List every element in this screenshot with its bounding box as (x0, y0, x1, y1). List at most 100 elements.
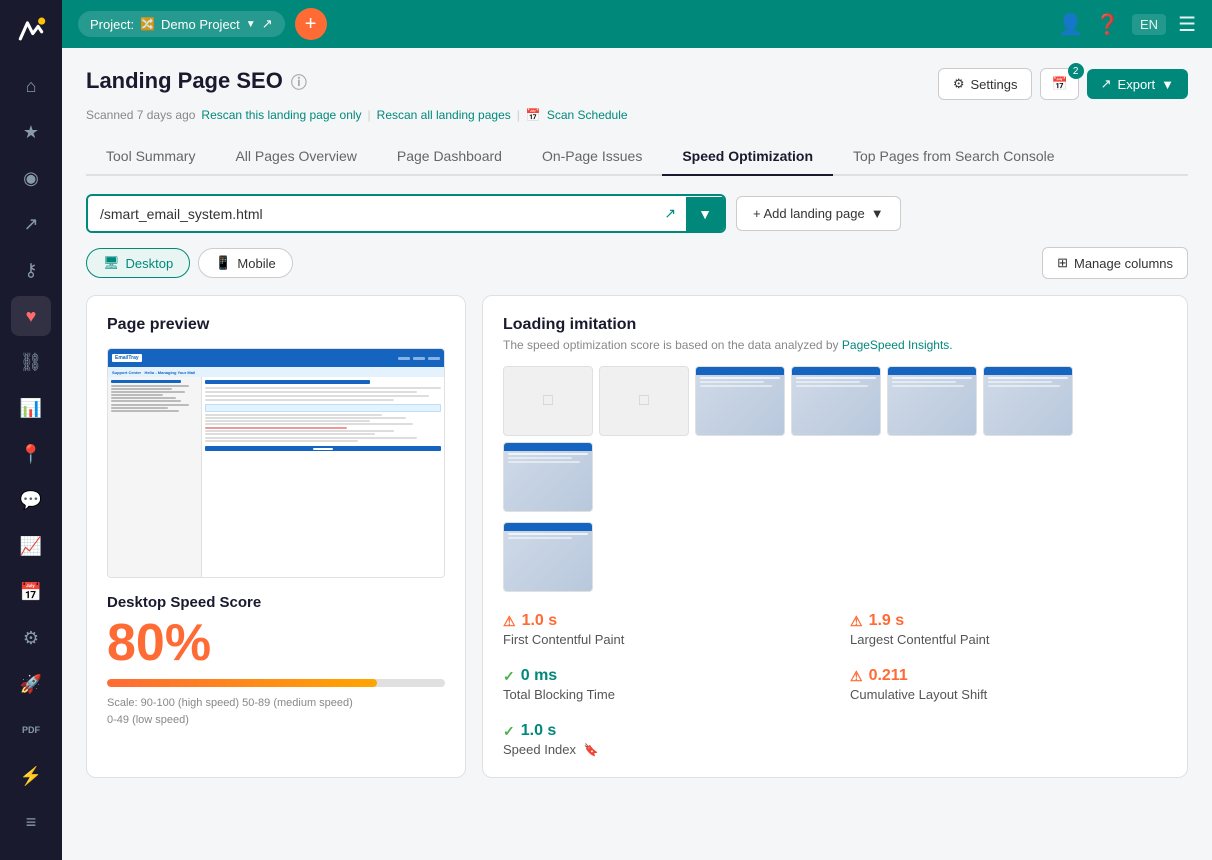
analytics2-icon[interactable]: 📈 (11, 526, 51, 566)
mobile-icon: 📱 (215, 255, 231, 271)
settings-icon[interactable]: ⚙ (11, 618, 51, 658)
rescan-all-link[interactable]: Rescan all landing pages (377, 108, 511, 122)
pdf-icon[interactable]: PDF (11, 710, 51, 750)
chevron-down-icon: ▼ (1161, 77, 1174, 92)
key-icon[interactable]: ⚷ (11, 250, 51, 290)
tab-tool-summary[interactable]: Tool Summary (86, 138, 215, 176)
chat-icon[interactable]: 💬 (11, 480, 51, 520)
screenshot-thumb-7 (503, 442, 593, 512)
metric-tbt-value: ✓ 0 ms (503, 667, 820, 685)
page-preview-image: EmailTray Support Center Hello - Managin… (107, 348, 445, 578)
calendar-badge: 2 (1068, 63, 1084, 79)
location-icon[interactable]: 📍 (11, 434, 51, 474)
tab-top-pages-search-console[interactable]: Top Pages from Search Console (833, 138, 1075, 176)
desktop-toggle[interactable]: 🖥 Desktop (86, 248, 190, 278)
scan-schedule-icon: 📅 (526, 108, 541, 122)
url-input[interactable] (88, 197, 654, 231)
chart-icon[interactable]: ↗ (11, 204, 51, 244)
url-dropdown-button[interactable]: ▼ (686, 197, 724, 231)
list-icon[interactable]: ≡ (11, 802, 51, 842)
manage-columns-button[interactable]: ⊞ Manage columns (1042, 247, 1188, 279)
bar-chart-icon[interactable]: 📊 (11, 388, 51, 428)
bolt-icon[interactable]: ⚡ (11, 756, 51, 796)
star-icon[interactable]: ★ (11, 112, 51, 152)
topbar-actions: 👤 ❓ EN ☰ (1058, 12, 1196, 37)
left-panel: Page preview EmailTray S (86, 295, 466, 778)
screenshot-thumb-6 (983, 366, 1073, 436)
device-toggle-group: 🖥 Desktop 📱 Mobile (86, 248, 293, 278)
project-selector[interactable]: Project: 🔀 Demo Project ▼ ↗ (78, 11, 285, 37)
export-button[interactable]: ↗ Export ▼ (1087, 69, 1188, 99)
home-icon[interactable]: ⌂ (11, 66, 51, 106)
chevron-down-icon: ▼ (246, 19, 256, 30)
metric-fcp: ⚠ 1.0 s First Contentful Paint (503, 612, 820, 647)
pagespeed-link[interactable]: PageSpeed Insights. (842, 338, 953, 352)
check-icon: ✓ (503, 668, 515, 685)
globe-icon[interactable]: ◉ (11, 158, 51, 198)
scan-info-bar: Scanned 7 days ago Rescan this landing p… (86, 108, 1188, 122)
menu-icon[interactable]: ☰ (1178, 12, 1196, 37)
screenshot-thumb-3 (695, 366, 785, 436)
right-panel: Loading imitation The speed optimization… (482, 295, 1188, 778)
metric-cls-label: Cumulative Layout Shift (850, 687, 1167, 702)
speed-bar-track (107, 679, 445, 687)
page-preview-title: Page preview (107, 316, 445, 334)
desktop-icon: 🖥 (103, 255, 120, 271)
rescan-page-link[interactable]: Rescan this landing page only (201, 108, 361, 122)
loading-subtitle: The speed optimization score is based on… (503, 338, 1167, 352)
check-icon: ✓ (503, 723, 515, 740)
add-landing-page-button[interactable]: + Add landing page ▼ (736, 196, 901, 231)
screenshot-thumb-8 (503, 522, 593, 592)
screenshot-strip-row2 (503, 522, 1167, 592)
divider2: | (517, 108, 520, 122)
scanned-text: Scanned 7 days ago (86, 108, 195, 122)
metric-lcp-value: ⚠ 1.9 s (850, 612, 1167, 630)
screenshot-strip-row1: □ □ (503, 366, 1167, 512)
link-icon[interactable]: ⛓ (11, 342, 51, 382)
metric-cls-value: ⚠ 0.211 (850, 667, 1167, 685)
external-link-icon[interactable]: ↗ (262, 16, 273, 32)
metric-cls: ⚠ 0.211 Cumulative Layout Shift (850, 667, 1167, 702)
calendar-button[interactable]: 📅 2 (1040, 68, 1078, 100)
calendar2-icon[interactable]: 📅 (11, 572, 51, 612)
tab-speed-optimization[interactable]: Speed Optimization (662, 138, 833, 176)
page-header: Landing Page SEO ⓘ ⚙ Settings 📅 2 ↗ Expo… (86, 68, 1188, 100)
mobile-toggle[interactable]: 📱 Mobile (198, 248, 292, 278)
url-bar: ↗ ▼ + Add landing page ▼ (86, 194, 1188, 233)
scan-schedule-link[interactable]: Scan Schedule (547, 108, 628, 122)
tab-on-page-issues[interactable]: On-Page Issues (522, 138, 662, 176)
metric-si: ✓ 1.0 s Speed Index 🔖 (503, 722, 820, 757)
external-link-icon[interactable]: ↗ (654, 196, 686, 231)
help-circle-icon[interactable]: ⓘ (291, 69, 307, 93)
settings-button[interactable]: ⚙ Settings (938, 68, 1033, 100)
warning-icon: ⚠ (850, 613, 863, 630)
project-label: Project: (90, 17, 134, 32)
view-toggle-bar: 🖥 Desktop 📱 Mobile ⊞ Manage columns (86, 247, 1188, 279)
user-icon[interactable]: 👤 (1058, 12, 1083, 37)
export-arrow-icon: ↗ (1101, 76, 1112, 92)
help-icon[interactable]: ❓ (1095, 12, 1120, 37)
screenshot-thumb-4 (791, 366, 881, 436)
speed-score-value: 80% (107, 617, 445, 669)
tab-page-dashboard[interactable]: Page Dashboard (377, 138, 522, 176)
screenshot-thumb-5 (887, 366, 977, 436)
metric-si-label: Speed Index 🔖 (503, 742, 820, 757)
metric-lcp: ⚠ 1.9 s Largest Contentful Paint (850, 612, 1167, 647)
language-toggle[interactable]: EN (1132, 14, 1166, 35)
rocket-icon[interactable]: 🚀 (11, 664, 51, 704)
speed-score-label: Desktop Speed Score (107, 594, 445, 611)
speed-scale-text: Scale: 90-100 (high speed) 50-89 (medium… (107, 695, 445, 728)
main-tabs: Tool Summary All Pages Overview Page Das… (86, 138, 1188, 176)
metrics-grid: ⚠ 1.0 s First Contentful Paint ⚠ 1.9 s L… (503, 612, 1167, 757)
page-title: Landing Page SEO ⓘ (86, 68, 307, 94)
tab-all-pages-overview[interactable]: All Pages Overview (215, 138, 376, 176)
main-wrapper: Project: 🔀 Demo Project ▼ ↗ + 👤 ❓ EN ☰ L… (62, 0, 1212, 860)
heart-icon[interactable]: ♥ (11, 296, 51, 336)
gear-icon: ⚙ (953, 76, 965, 92)
add-project-button[interactable]: + (295, 8, 327, 40)
metric-si-value: ✓ 1.0 s (503, 722, 820, 740)
screenshot-thumb-1: □ (503, 366, 593, 436)
page-title-group: Landing Page SEO ⓘ (86, 68, 307, 94)
url-input-wrapper: ↗ ▼ (86, 194, 726, 233)
speed-bar-fill (107, 679, 377, 687)
